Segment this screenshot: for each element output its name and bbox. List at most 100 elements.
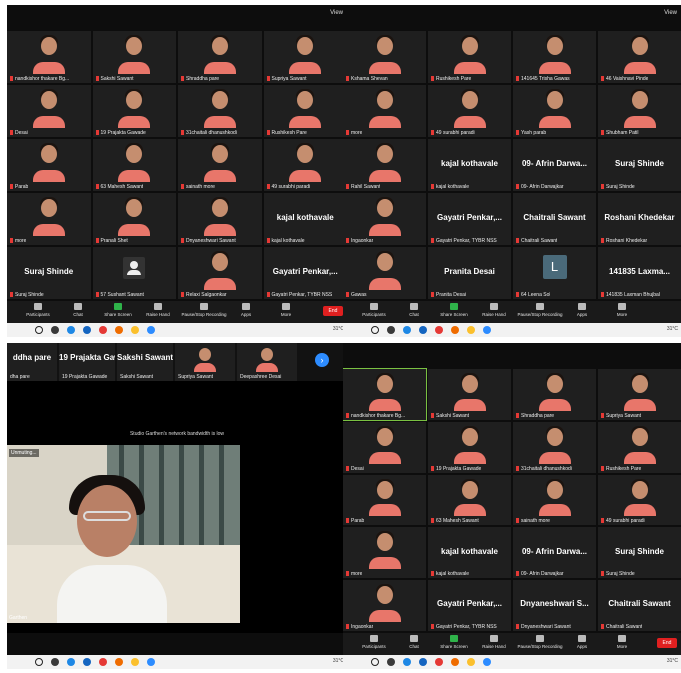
zoom-icon[interactable] (483, 326, 491, 334)
chrome-icon[interactable] (467, 658, 475, 666)
participant-tile[interactable]: Rushikesh Pare (263, 85, 347, 137)
chrome-icon[interactable] (131, 658, 139, 666)
more-button[interactable]: More (605, 303, 639, 317)
participant-tile[interactable]: 49 surabhi paradi (428, 85, 511, 137)
participant-tile[interactable]: more (343, 85, 426, 137)
apps-button[interactable]: Apps (565, 303, 599, 317)
participant-tile[interactable]: Suraj Shinde Suraj Shinde (598, 139, 681, 191)
view-button[interactable]: View (330, 10, 343, 16)
participant-tile[interactable]: 57 Sushant Sawant (92, 247, 176, 299)
participant-tile[interactable]: Shubham Patil (598, 85, 681, 137)
share-screen-button[interactable]: Share Screen (437, 303, 471, 317)
participant-tile[interactable]: Parab (7, 139, 91, 191)
more-button[interactable]: More (269, 303, 303, 317)
task-view-icon[interactable] (51, 658, 59, 666)
search-icon[interactable] (371, 658, 379, 666)
store-icon[interactable] (419, 326, 427, 334)
participant-tile[interactable]: Suraj Shinde Suraj Shinde (7, 247, 91, 299)
end-button[interactable]: End (323, 306, 343, 316)
participant-tile[interactable]: 49 surabhi paradi (263, 139, 347, 191)
task-view-icon[interactable] (387, 658, 395, 666)
participant-tile[interactable]: 09- Afrin Darwa... 09- Afrin Darwajkar (513, 527, 596, 579)
participant-tile[interactable]: nandkishor thakare Bg... (343, 368, 427, 421)
store-icon[interactable] (419, 658, 427, 666)
end-button[interactable]: End (657, 638, 677, 648)
participant-tile[interactable]: 63 Mahesh Sawant (428, 474, 511, 526)
raise-hand-button[interactable]: Raise Hand (477, 303, 511, 317)
participant-tile[interactable]: 31chaitali dhanushkodi (513, 421, 596, 473)
share-screen-button[interactable]: Share Screen (437, 635, 471, 649)
participant-tile[interactable]: Dnyaneshwari S... Dnyaneshwari Sawant (513, 580, 596, 631)
participant-tile[interactable]: 09- Afrin Darwa... 09- Afrin Darwajkar (513, 139, 596, 191)
edge-icon[interactable] (67, 326, 75, 334)
office-icon[interactable] (435, 326, 443, 334)
participant-tile[interactable]: Gawas (343, 247, 426, 299)
recording-button[interactable]: Pause/Stop Recording (179, 303, 229, 317)
chrome-icon[interactable] (131, 326, 139, 334)
participant-tile[interactable]: Yash parab (513, 85, 596, 137)
chat-button[interactable]: Chat (397, 303, 431, 317)
office-icon[interactable] (435, 658, 443, 666)
participant-tile[interactable]: Gayatri Penkar,... Gayatri Penkar, TYBR N… (428, 580, 511, 631)
view-button[interactable]: View (664, 10, 677, 16)
search-icon[interactable] (35, 658, 43, 666)
participant-tile[interactable]: 31chaitali dhanushkodi (178, 85, 262, 137)
participant-tile[interactable]: 49 surabhi paradi (598, 474, 681, 526)
apps-button[interactable]: Apps (229, 303, 263, 317)
participant-tile[interactable]: L 64 Leena Sol (513, 247, 596, 299)
participant-tile[interactable]: kajal kothavale kajal kothavale (428, 139, 511, 191)
apps-button[interactable]: Apps (565, 635, 599, 649)
participant-tile[interactable]: Desai (7, 85, 91, 137)
zoom-icon[interactable] (147, 326, 155, 334)
chat-button[interactable]: Chat (61, 303, 95, 317)
participant-tile[interactable]: Kshama Shevan (343, 31, 426, 83)
participant-tile[interactable]: kajal kothavale kajal kothavale (263, 193, 347, 245)
edge-icon[interactable] (403, 326, 411, 334)
task-view-icon[interactable] (387, 326, 395, 334)
office-icon[interactable] (99, 326, 107, 334)
participant-tile[interactable]: Gayatri Penkar,... Gayatri Penkar, TYBR N… (428, 193, 511, 245)
participant-tile[interactable]: 46 Vaishnavi Pinde (598, 31, 681, 83)
participant-tile[interactable]: kajal kothavale kajal kothavale (428, 527, 511, 579)
participant-tile[interactable]: Shraddha pare (513, 369, 596, 420)
participant-tile[interactable]: Desai (343, 421, 426, 473)
participant-tile[interactable]: Gayatri Penkar,... Gayatri Penkar, TYBR N… (263, 247, 347, 299)
share-screen-button[interactable]: Share Screen (101, 303, 135, 317)
participants-button[interactable]: Participants (357, 635, 391, 649)
more-button[interactable]: More (605, 635, 639, 649)
participant-tile[interactable]: 141835 Laxma... 141835 Laxman Bhujbal (598, 247, 681, 299)
app-icon[interactable] (451, 326, 459, 334)
edge-icon[interactable] (403, 658, 411, 666)
participant-tile[interactable]: Relaxi Salgaonkar (178, 247, 262, 299)
participant-tile[interactable]: Pranali Shet (92, 193, 176, 245)
recording-button[interactable]: Pause/Stop Recording (515, 303, 565, 317)
store-icon[interactable] (83, 658, 91, 666)
edge-icon[interactable] (67, 658, 75, 666)
participant-tile[interactable]: Rushikesh Pare (428, 31, 511, 83)
participant-tile[interactable]: 19 Prajakta Gawade (428, 421, 511, 473)
gallery-tile[interactable]: Supriya Sawant (175, 343, 235, 381)
participant-tile[interactable]: Sakshi Sawant (92, 31, 176, 83)
recording-button[interactable]: Pause/Stop Recording (515, 635, 565, 649)
app-icon[interactable] (115, 326, 123, 334)
participants-button[interactable]: Participants (357, 303, 391, 317)
participant-tile[interactable]: Parab (343, 474, 426, 526)
chrome-icon[interactable] (467, 326, 475, 334)
participant-tile[interactable]: Rushikesh Pare (598, 421, 681, 473)
participant-tile[interactable]: more (343, 527, 426, 579)
search-icon[interactable] (35, 326, 43, 334)
participant-tile[interactable]: Ingaonkar (343, 580, 426, 631)
participant-tile[interactable]: Supriya Sawant (263, 31, 347, 83)
participant-tile[interactable]: 19 Prajakta Gawade (92, 85, 176, 137)
store-icon[interactable] (83, 326, 91, 334)
participants-button[interactable]: Participants (21, 303, 55, 317)
participant-tile[interactable]: Pranita Desai Pranita Desai (428, 247, 511, 299)
raise-hand-button[interactable]: Raise Hand (141, 303, 175, 317)
active-speaker-video[interactable]: Unmuting... Garthen (7, 445, 240, 623)
app-icon[interactable] (115, 658, 123, 666)
zoom-icon[interactable] (147, 658, 155, 666)
participant-tile[interactable]: more (7, 193, 91, 245)
zoom-icon[interactable] (483, 658, 491, 666)
gallery-tile[interactable]: Sakshi Sawant Sakshi Sawant (117, 343, 173, 381)
participant-tile[interactable]: Supriya Sawant (598, 369, 681, 420)
